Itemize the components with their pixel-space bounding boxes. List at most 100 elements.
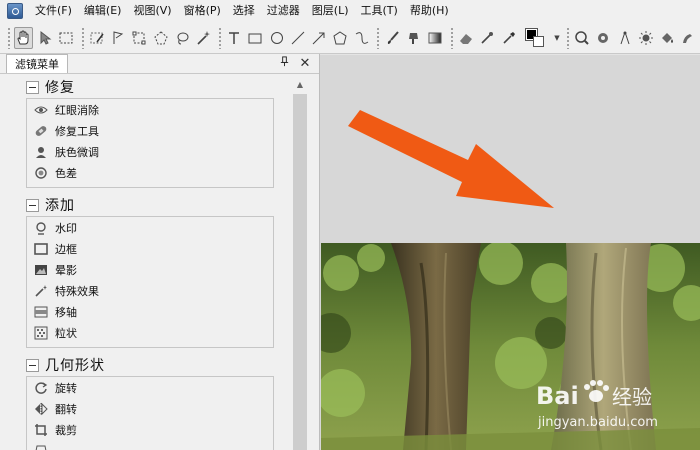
panel-scrollbar[interactable]: ▲	[292, 77, 308, 450]
zoom-tool-icon[interactable]	[573, 27, 592, 49]
arrow-tool-icon[interactable]	[309, 27, 328, 49]
collapse-icon[interactable]	[26, 358, 39, 372]
toolbar-separator	[376, 26, 380, 49]
toolbar-separator	[449, 26, 454, 49]
flip-icon	[34, 402, 48, 416]
panel-body: 修复 红眼消除 修复工具 肤色微调 色差 添加 水印 边框 晕影 特殊效果 移轴…	[0, 75, 320, 450]
filter-item-partial[interactable]	[27, 440, 273, 450]
filter-item-grain[interactable]: 粒状	[27, 322, 273, 343]
hand-tool-icon[interactable]	[13, 26, 34, 49]
polygon-tool-icon[interactable]	[331, 27, 350, 49]
section-repair: 修复 红眼消除 修复工具 肤色微调 色差	[26, 78, 276, 188]
paw-icon	[584, 380, 609, 402]
pin-icon[interactable]	[276, 56, 292, 72]
eye-icon	[34, 103, 48, 117]
menu-bar: 文件(F) 编辑(E) 视图(V) 窗格(P) 选择 过滤器 图层(L) 工具(…	[0, 0, 700, 22]
filter-item-repair-tool[interactable]: 修复工具	[27, 120, 273, 141]
annotation-arrow	[348, 110, 554, 208]
text-tool-icon[interactable]	[225, 27, 244, 49]
rectangle-tool-icon[interactable]	[246, 27, 265, 49]
section-box: 红眼消除 修复工具 肤色微调 色差	[26, 98, 274, 188]
watermark-brand: Bai	[536, 382, 579, 410]
watermark-suffix: 经验	[612, 385, 652, 409]
person-icon	[34, 145, 48, 159]
flag-select-icon[interactable]	[109, 27, 128, 49]
ellipse-tool-icon[interactable]	[267, 27, 286, 49]
bucket-fill-icon[interactable]	[658, 27, 677, 49]
menu-layer[interactable]: 图层(L)	[306, 0, 355, 22]
section-title: 添加	[45, 198, 75, 214]
color-swatch[interactable]	[524, 27, 549, 49]
menu-pane[interactable]: 窗格(P)	[178, 0, 227, 22]
menu-view[interactable]: 视图(V)	[127, 0, 177, 22]
menu-file[interactable]: 文件(F)	[29, 0, 78, 22]
section-geometry: 几何形状 旋转 翻转 裁剪	[26, 356, 276, 450]
dropdown-arrow-icon[interactable]: ▼	[553, 27, 561, 49]
filter-item-watermark[interactable]: 水印	[27, 217, 273, 238]
lasso-icon[interactable]	[172, 27, 191, 49]
clone-stamp-icon[interactable]	[478, 27, 497, 49]
menu-filter[interactable]: 过滤器	[261, 0, 306, 22]
line-tool-icon[interactable]	[288, 27, 307, 49]
section-box: 水印 边框 晕影 特殊效果 移轴 粒状	[26, 216, 274, 348]
menu-help[interactable]: 帮助(H)	[404, 0, 455, 22]
menu-select[interactable]: 选择	[227, 0, 261, 22]
marquee-select-icon[interactable]	[56, 27, 75, 49]
transform-select-icon[interactable]	[130, 27, 149, 49]
panel-header: 滤镜菜单	[0, 54, 319, 74]
brightness-icon[interactable]	[636, 27, 655, 49]
close-icon[interactable]: ✕	[297, 56, 313, 72]
filter-item-special-effects[interactable]: 特殊效果	[27, 280, 273, 301]
grain-icon	[34, 326, 48, 340]
collapse-icon[interactable]	[26, 198, 39, 212]
filter-menu-tab[interactable]: 滤镜菜单	[6, 54, 68, 73]
filter-item-red-eye[interactable]: 红眼消除	[27, 99, 273, 120]
gradient-tool-icon[interactable]	[425, 27, 444, 49]
settings-icon[interactable]	[594, 27, 613, 49]
pencil-select-icon[interactable]	[87, 27, 106, 49]
rotate-icon	[34, 381, 48, 395]
filter-item-vignette[interactable]: 晕影	[27, 259, 273, 280]
section-header[interactable]: 修复	[26, 78, 276, 96]
eraser-tool-icon[interactable]	[456, 27, 475, 49]
watermark-icon	[34, 221, 48, 235]
magic-wand-tool-icon[interactable]	[194, 27, 213, 49]
tool-bar: ▼	[0, 22, 700, 54]
frame-icon	[34, 242, 48, 256]
brush-tool-icon[interactable]	[383, 27, 402, 49]
menu-edit[interactable]: 编辑(E)	[78, 0, 128, 22]
scroll-up-arrow-icon[interactable]: ▲	[292, 77, 308, 93]
scroll-thumb[interactable]	[293, 94, 307, 450]
magic-wand-icon	[34, 284, 48, 298]
collapse-icon[interactable]	[26, 80, 39, 94]
smudge-tool-icon[interactable]	[679, 27, 698, 49]
filter-item-tilt-shift[interactable]: 移轴	[27, 301, 273, 322]
filter-item-crop[interactable]: 裁剪	[27, 419, 273, 440]
menu-tools[interactable]: 工具(T)	[355, 0, 404, 22]
filter-item-flip[interactable]: 翻转	[27, 398, 273, 419]
section-title: 修复	[45, 80, 75, 96]
filter-item-rotate[interactable]: 旋转	[27, 377, 273, 398]
curve-tool-icon[interactable]	[352, 27, 371, 49]
bandage-icon	[34, 124, 48, 138]
filter-item-chromatic-aberration[interactable]: 色差	[27, 162, 273, 183]
filter-item-frame[interactable]: 边框	[27, 238, 273, 259]
section-header[interactable]: 添加	[26, 196, 276, 214]
perspective-icon	[34, 444, 48, 450]
polygon-select-icon[interactable]	[151, 27, 170, 49]
toolbar-grip[interactable]	[7, 26, 11, 49]
move-tool-icon[interactable]	[35, 27, 54, 49]
compass-tool-icon[interactable]	[615, 27, 634, 49]
eyedropper-icon[interactable]	[499, 27, 518, 49]
baidu-jingyan-watermark: Bai 经验 jingyan.baidu.com	[536, 380, 658, 430]
app-icon	[7, 3, 23, 19]
watermark-url: jingyan.baidu.com	[537, 415, 658, 430]
filter-item-skin-tone[interactable]: 肤色微调	[27, 141, 273, 162]
aberration-icon	[34, 166, 48, 180]
vignette-icon	[34, 263, 48, 277]
background-color[interactable]	[533, 35, 545, 47]
crop-icon	[34, 423, 48, 437]
section-header[interactable]: 几何形状	[26, 356, 276, 374]
tilt-shift-icon	[34, 305, 48, 319]
fill-brush-icon[interactable]	[404, 27, 423, 49]
